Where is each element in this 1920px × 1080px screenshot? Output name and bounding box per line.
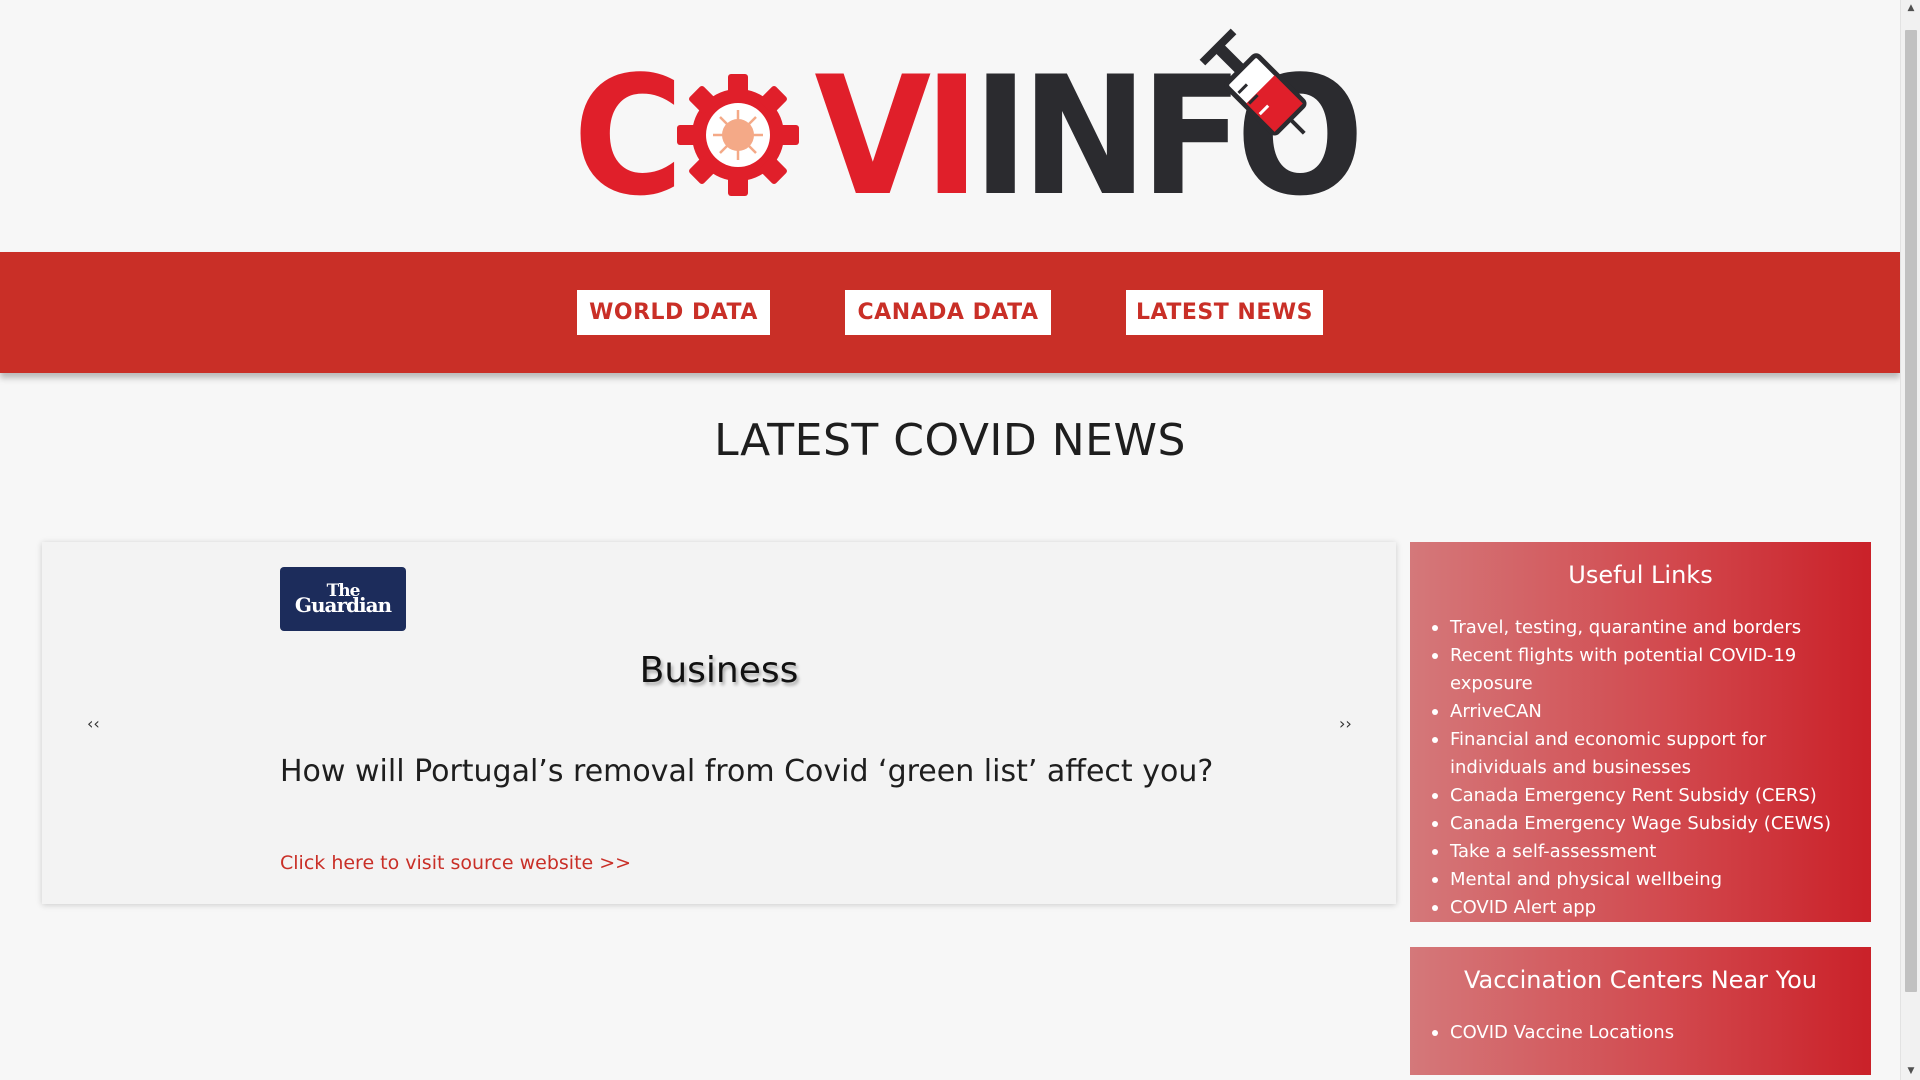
coviinfo-logo[interactable]: C VIINFO [573, 22, 1364, 219]
useful-links-panel: Useful Links Travel, testing, quarantine… [1410, 542, 1871, 922]
site-header: C VIINFO [0, 0, 1900, 252]
nav-latest-news-button[interactable]: LATEST NEWS [1126, 290, 1323, 335]
carousel-next-icon[interactable]: ›› [1339, 714, 1352, 733]
useful-link[interactable]: Canada Emergency Rent Subsidy (CERS) [1450, 785, 1817, 806]
list-item: ArriveCAN [1432, 698, 1861, 726]
useful-links-list: Travel, testing, quarantine and borders … [1410, 614, 1871, 922]
list-item: Recent flights with potential COVID-19 e… [1432, 642, 1861, 698]
useful-link[interactable]: Financial and economic support for indiv… [1450, 729, 1766, 778]
list-item: COVID Alert app [1432, 894, 1861, 922]
useful-link[interactable]: Recent flights with potential COVID-19 e… [1450, 645, 1796, 694]
nav-world-data-button[interactable]: WORLD DATA [577, 290, 770, 335]
list-item: Mental and physical wellbeing [1432, 866, 1861, 894]
vaccination-list: COVID Vaccine Locations [1410, 1019, 1871, 1047]
list-item: Canada Emergency Rent Subsidy (CERS) [1432, 782, 1861, 810]
carousel-prev-icon[interactable]: ‹‹ [87, 714, 100, 733]
useful-link[interactable]: Take a self-assessment [1450, 841, 1656, 862]
nav-canada-data-button[interactable]: CANADA DATA [845, 290, 1051, 335]
page-scrollbar[interactable]: ▲ ▼ [1900, 0, 1920, 1080]
virus-gear-icon [677, 74, 799, 196]
scroll-up-icon[interactable]: ▲ [1901, 0, 1920, 17]
useful-link[interactable]: COVID Alert app [1450, 897, 1596, 918]
useful-link[interactable]: Travel, testing, quarantine and borders [1450, 617, 1801, 638]
vaccination-title: Vaccination Centers Near You [1463, 966, 1818, 994]
news-category: Business [639, 650, 799, 691]
useful-link[interactable]: Mental and physical wellbeing [1450, 869, 1722, 890]
list-item: Take a self-assessment [1432, 838, 1861, 866]
news-headline: How will Portugal’s removal from Covid ‘… [280, 754, 1214, 789]
syringe-icon [1199, 28, 1307, 136]
list-item: COVID Vaccine Locations [1432, 1019, 1861, 1047]
list-item: Financial and economic support for indiv… [1432, 726, 1861, 782]
logo-letters-vi: VI [814, 41, 980, 232]
list-item: Travel, testing, quarantine and borders [1432, 614, 1861, 642]
visit-source-link[interactable]: Click here to visit source website >> [280, 852, 631, 874]
scroll-down-icon[interactable]: ▼ [1901, 1063, 1920, 1080]
main-nav: WORLD DATA CANADA DATA LATEST NEWS [0, 252, 1900, 373]
list-item: Canada Emergency Wage Subsidy (CEWS) [1432, 810, 1861, 838]
scroll-thumb[interactable] [1905, 30, 1917, 992]
guardian-logo: The Guardian [280, 567, 406, 631]
vaccination-centers-panel: Vaccination Centers Near You COVID Vacci… [1410, 947, 1871, 1075]
page-title: LATEST COVID NEWS [714, 415, 1186, 466]
source-logo-line2: Guardian [294, 593, 392, 617]
useful-link[interactable]: ArriveCAN [1450, 701, 1542, 722]
logo-letter-c: C [573, 41, 684, 232]
news-carousel-card: The Guardian Business ‹‹ ›› How will Por… [42, 542, 1396, 904]
useful-link[interactable]: Canada Emergency Wage Subsidy (CEWS) [1450, 813, 1831, 834]
vaccine-locations-link[interactable]: COVID Vaccine Locations [1450, 1022, 1674, 1043]
useful-links-title: Useful Links [1568, 561, 1713, 589]
